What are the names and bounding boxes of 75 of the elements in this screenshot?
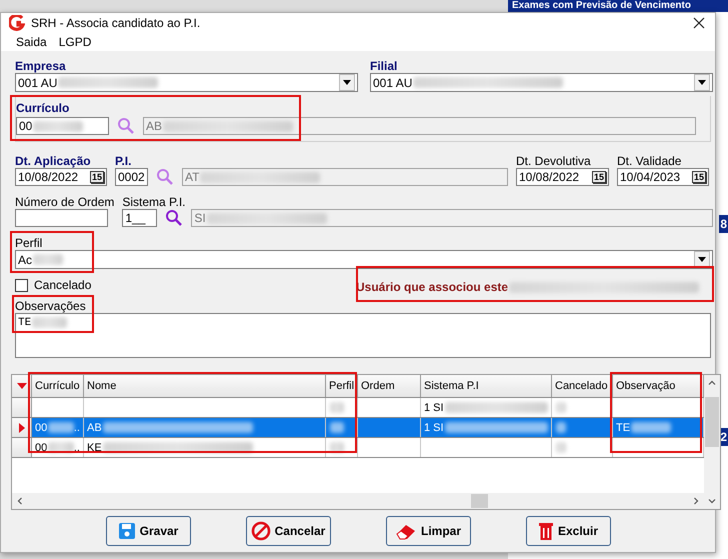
table-cell: 00 — [35, 442, 48, 454]
menu-item[interactable]: LGPD — [58, 35, 92, 49]
scroll-left-icon[interactable] — [16, 497, 24, 505]
field-label: Sistema P.I. — [122, 195, 187, 209]
calendar-icon[interactable]: 15 — [692, 171, 706, 183]
field-label: Empresa — [15, 59, 67, 73]
column-header[interactable]: Perfil — [326, 375, 358, 397]
profile-dropdown[interactable]: Ac — [15, 250, 713, 269]
search-icon[interactable] — [117, 117, 135, 135]
system-code-field[interactable]: 1__ — [122, 209, 158, 227]
column-header[interactable]: Cancelado — [552, 375, 613, 397]
field-label: Dt. Devolutiva — [516, 154, 592, 168]
eraser-icon — [394, 522, 417, 540]
cancelled-checkbox[interactable]: Cancelado — [15, 278, 92, 292]
scroll-right-icon[interactable] — [692, 497, 700, 505]
close-icon[interactable] — [692, 16, 706, 30]
delete-button[interactable]: Excluir — [526, 516, 610, 546]
column-header[interactable]: Observação — [613, 375, 704, 397]
calendar-icon[interactable]: 15 — [90, 171, 104, 183]
table-cell: KE — [87, 442, 102, 454]
field-label: Número de Ordem — [15, 195, 114, 209]
order-number-field[interactable] — [15, 209, 108, 227]
table-cell: 00 — [35, 422, 48, 434]
clear-button[interactable]: Limpar — [386, 516, 470, 546]
date-field[interactable]: 10/08/2022 15 — [15, 168, 107, 186]
field-label: Filial — [370, 59, 398, 73]
window-title: SRH - Associa candidato ao P.I. — [31, 16, 200, 30]
notes-textarea[interactable]: TE — [15, 313, 711, 358]
table-row[interactable]: 00 .. KE — [12, 438, 704, 458]
trash-can-icon — [538, 521, 554, 541]
table-cell: 1 SI — [424, 402, 444, 414]
company-dropdown[interactable]: 001 AU — [15, 73, 358, 92]
column-header[interactable]: Ordem — [358, 375, 421, 397]
calendar-icon[interactable]: 15 — [592, 171, 606, 183]
menu-item[interactable]: Saida — [16, 35, 47, 49]
table-cell: 1 SI — [424, 422, 444, 434]
background-window-title: Exames com Previsão de Vencimento — [508, 0, 728, 12]
table-cell: TE — [616, 422, 630, 434]
date-field[interactable]: 10/04/2023 15 — [617, 168, 709, 186]
field-label: Dt. Validade — [617, 154, 682, 168]
branch-dropdown[interactable]: 001 AU — [370, 73, 713, 92]
sort-arrow-icon[interactable] — [16, 383, 26, 389]
date-field[interactable]: 10/08/2022 15 — [516, 168, 609, 186]
table-cell: .. — [74, 442, 80, 454]
background-window-text: 8 — [719, 215, 728, 233]
scrollbar-thumb[interactable] — [471, 494, 488, 508]
table-row[interactable]: 1 SI — [12, 398, 704, 418]
system-name-field: SI — [191, 209, 713, 227]
resume-name-field: AB — [143, 117, 696, 135]
save-button[interactable]: Gravar — [106, 516, 190, 546]
search-icon[interactable] — [156, 168, 174, 186]
current-row-icon — [18, 422, 24, 432]
vertical-scrollbar[interactable] — [704, 375, 720, 509]
field-label: Observações — [15, 299, 87, 313]
table-row[interactable]: 00 .. AB 1 SI TE — [12, 418, 704, 438]
scroll-up-icon[interactable] — [708, 379, 716, 387]
field-label: P.I. — [115, 154, 132, 168]
app-logo-icon — [9, 15, 25, 31]
cancel-button[interactable]: Cancelar — [246, 516, 330, 546]
column-header[interactable]: Nome — [84, 375, 326, 397]
horizontal-scrollbar[interactable] — [12, 493, 704, 509]
pi-name-field: AT — [182, 168, 508, 186]
scroll-down-icon[interactable] — [708, 497, 716, 505]
resume-code-field[interactable]: 00 — [16, 117, 109, 135]
prohibited-icon — [250, 521, 271, 541]
table-cell: AB — [87, 422, 102, 434]
field-label: Perfil — [15, 236, 44, 250]
pi-code-field[interactable]: 0002 — [115, 168, 148, 186]
field-label: Dt. Aplicação — [15, 154, 92, 168]
table-cell: .. — [74, 422, 80, 434]
field-label: Currículo — [16, 101, 70, 115]
scrollbar-thumb[interactable] — [705, 397, 719, 447]
column-header[interactable]: Sistema P.I — [421, 375, 552, 397]
column-header[interactable]: Currículo — [32, 375, 84, 397]
search-icon[interactable] — [165, 209, 184, 227]
